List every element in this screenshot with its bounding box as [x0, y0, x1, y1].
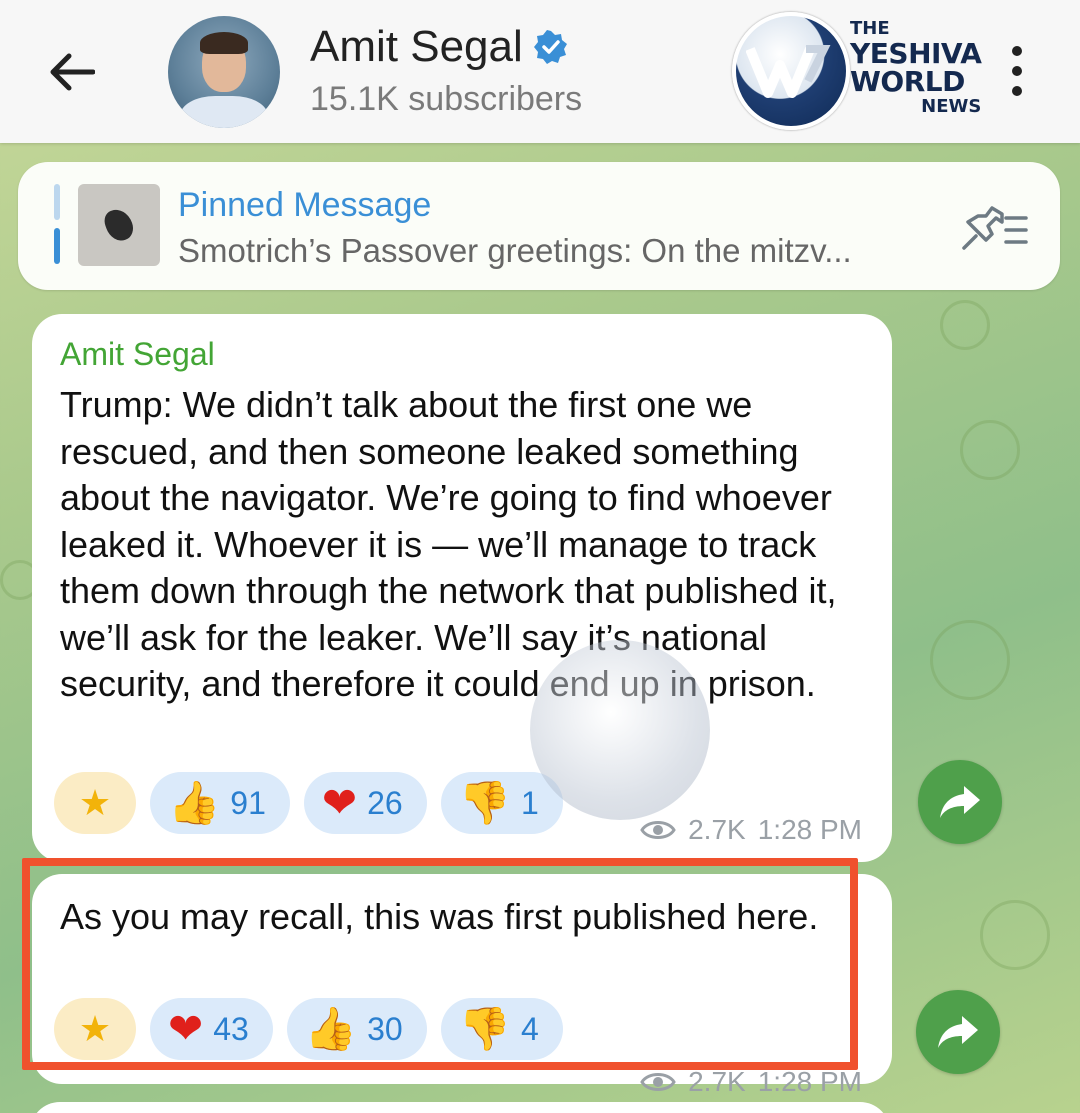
more-options-button[interactable]	[1002, 46, 1032, 96]
arrow-left-icon	[50, 53, 95, 91]
message-meta: 2.7K 1:28 PM	[640, 814, 862, 846]
eye-icon	[640, 1073, 676, 1091]
thumbs-up-icon: 👍	[304, 1005, 358, 1052]
w-logo-icon	[746, 45, 831, 98]
reaction-heart[interactable]: ❤ 26	[303, 772, 427, 834]
dot-icon	[1012, 46, 1022, 56]
verified-badge-icon	[533, 30, 567, 64]
message-text: As you may recall, this was first publis…	[60, 896, 819, 937]
dot-icon	[1012, 66, 1022, 76]
yeshiva-world-news-logo: THE YESHIVA WORLD NEWS	[732, 12, 992, 130]
star-reaction-button[interactable]: ★	[54, 772, 136, 834]
reaction-count: 43	[213, 1010, 249, 1047]
reaction-bar: ★ 👍 91 ❤ 26 👎 1	[54, 772, 563, 834]
view-count: 2.7K	[688, 814, 746, 845]
share-button[interactable]	[918, 760, 1002, 844]
heart-icon: ❤	[321, 779, 358, 826]
logo-text-world: WORLD	[850, 65, 965, 98]
share-arrow-icon	[938, 1016, 978, 1048]
channel-title[interactable]: Amit Segal	[310, 22, 569, 72]
thumbs-down-icon: 👎	[458, 779, 511, 826]
message-time: 1:28 PM	[757, 814, 862, 845]
star-reaction-button[interactable]: ★	[54, 998, 136, 1060]
share-arrow-icon	[940, 786, 980, 818]
view-count: 2.7K	[688, 1066, 746, 1097]
back-button[interactable]	[42, 42, 102, 102]
message-text: Trump: We didn’t talk about the first on…	[60, 384, 837, 704]
star-icon: ★	[78, 1008, 112, 1049]
next-message-bubble	[30, 1102, 890, 1113]
pinned-thumbnail	[78, 184, 160, 266]
reaction-count: 30	[367, 1010, 403, 1047]
reaction-count: 4	[520, 1010, 539, 1047]
message-bubble[interactable]: Amit Segal Trump: We didn’t talk about t…	[32, 314, 892, 862]
reaction-thumbs-up[interactable]: 👍 30	[286, 998, 427, 1060]
reaction-thumbs-down[interactable]: 👎 1	[440, 772, 563, 834]
reaction-count: 91	[230, 784, 266, 821]
message-bubble[interactable]: As you may recall, this was first publis…	[32, 874, 892, 1097]
thumbs-down-icon: 👎	[458, 1005, 511, 1052]
pinned-message-bar[interactable]: Pinned Message Smotrich’s Passover greet…	[18, 162, 1060, 290]
eye-icon	[640, 821, 676, 839]
heart-icon: ❤	[168, 1005, 204, 1052]
pinned-indicator	[54, 184, 60, 268]
thumbs-up-icon: 👍	[168, 779, 221, 826]
pinned-list-icon[interactable]	[958, 204, 1030, 254]
channel-avatar[interactable]	[168, 16, 280, 128]
chat-header: Amit Segal 15.1K subscribers THE YESHIVA…	[0, 0, 1080, 143]
logo-text-news: NEWS	[921, 96, 982, 117]
star-icon: ★	[78, 782, 112, 823]
reaction-thumbs-up[interactable]: 👍 91	[150, 772, 290, 834]
reaction-count: 1	[520, 784, 539, 821]
pinned-preview: Smotrich’s Passover greetings: On the mi…	[178, 232, 852, 269]
message-sender[interactable]: Amit Segal	[60, 336, 215, 373]
logo-text-yeshiva: YESHIVA	[850, 37, 982, 70]
reaction-thumbs-down[interactable]: 👎 4	[440, 998, 563, 1060]
message-time: 1:28 PM	[757, 1066, 862, 1097]
message-meta: 2.7K 1:28 PM	[640, 1066, 862, 1098]
reaction-heart[interactable]: ❤ 43	[150, 998, 273, 1060]
logo-text-the: THE	[850, 18, 890, 39]
channel-name: Amit Segal	[310, 22, 523, 71]
pinned-title: Pinned Message	[178, 186, 432, 224]
share-button[interactable]	[916, 990, 1000, 1074]
reaction-count: 26	[367, 784, 403, 821]
reaction-bar: ★ ❤ 43 👍 30 👎 4	[54, 998, 563, 1060]
dot-icon	[1012, 86, 1022, 96]
subscriber-count: 15.1K subscribers	[310, 80, 583, 118]
